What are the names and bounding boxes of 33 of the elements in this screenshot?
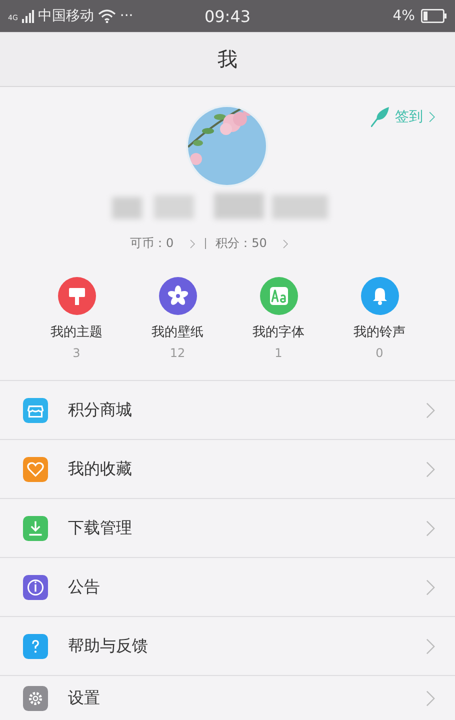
- shortcut-item[interactable]: 我的壁纸 12: [127, 277, 228, 380]
- menu-item[interactable]: 设置: [0, 676, 455, 720]
- menu-item[interactable]: 积分商城: [0, 381, 455, 440]
- shortcut-item[interactable]: 我的铃声 0: [329, 277, 430, 380]
- shortcut-count: 3: [72, 346, 80, 360]
- carrier-name: 中国移动: [38, 7, 94, 25]
- battery-icon: [420, 9, 447, 23]
- shortcut-count: 1: [274, 346, 282, 360]
- feather-icon: [371, 107, 389, 127]
- shortcut-count: 12: [170, 346, 186, 360]
- wifi-icon: [98, 9, 116, 23]
- chevron-icon: [190, 238, 195, 248]
- chevron-icon: [426, 520, 435, 536]
- signal-icon: [22, 10, 34, 22]
- battery-percent: 4%: [392, 8, 415, 24]
- menu-item[interactable]: 我的收藏: [0, 440, 455, 499]
- chevron-icon: [426, 578, 435, 596]
- chevron-icon: [426, 638, 435, 654]
- menu-item[interactable]: 公告: [0, 558, 455, 617]
- chevron-icon: [282, 238, 288, 248]
- stat-link[interactable]: 可币：0: [130, 235, 195, 252]
- shortcut-count: 0: [376, 346, 384, 360]
- shortcut-item[interactable]: 我的主题 3: [26, 277, 127, 380]
- chevron-icon: [429, 111, 435, 123]
- stat-link[interactable]: 积分：50: [216, 235, 288, 252]
- chevron-icon: [426, 460, 435, 478]
- clock-time: 09:43: [203, 6, 252, 26]
- menu-item[interactable]: 帮助与反馈: [0, 617, 455, 676]
- chevron-icon: [426, 402, 435, 418]
- menu-item[interactable]: 下载管理: [0, 499, 455, 558]
- shortcut-item[interactable]: 我的字体 1: [228, 277, 329, 380]
- page-title: 我: [218, 46, 238, 73]
- more-dots: ···: [120, 8, 134, 24]
